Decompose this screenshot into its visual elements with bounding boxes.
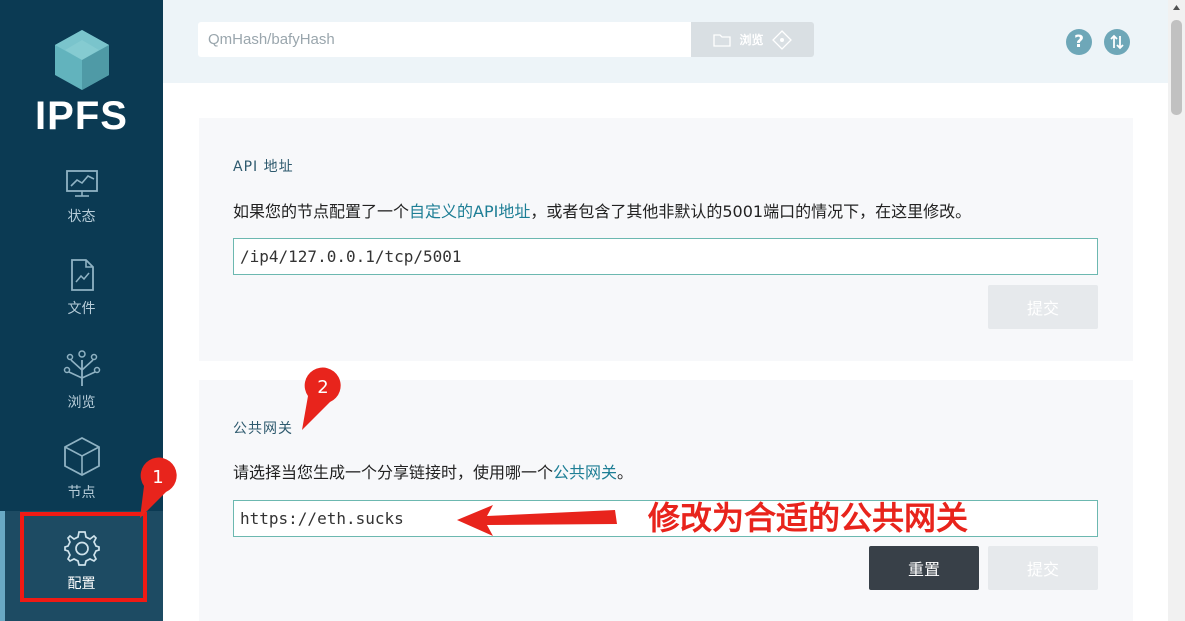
folder-icon xyxy=(713,33,732,47)
api-desc-text-end: ，或者包含了其他非默认的5001端口的情况下，在这里修改。 xyxy=(530,202,972,221)
ipfs-cube-icon xyxy=(54,30,109,90)
file-icon xyxy=(70,259,94,291)
sidebar-item-label: 状态 xyxy=(67,209,96,225)
cube-icon xyxy=(63,436,100,476)
gateway-url-value: https://eth.sucks xyxy=(240,509,404,528)
api-address-value: /ip4/127.0.0.1/tcp/5001 xyxy=(240,247,462,266)
gateway-section-title: 公共网关 xyxy=(233,421,293,437)
top-bar: 浏览 ? xyxy=(163,0,1168,83)
sync-icon xyxy=(1110,34,1124,50)
decentralized-icon xyxy=(771,29,792,50)
api-section-title: API 地址 xyxy=(233,159,294,175)
scroll-up-arrow-icon[interactable] xyxy=(1171,3,1182,13)
sidebar-item-files[interactable]: 文件 xyxy=(0,258,163,318)
scrollbar-thumb[interactable] xyxy=(1171,20,1182,115)
active-indicator xyxy=(0,511,5,621)
browse-label: 浏览 xyxy=(739,33,764,47)
api-submit-button[interactable]: 提交 xyxy=(988,285,1098,329)
submit-label: 提交 xyxy=(1026,560,1059,579)
sidebar-item-label: 文件 xyxy=(67,301,96,317)
annotation-highlight-box xyxy=(20,512,147,602)
gateway-reset-button[interactable]: 重置 xyxy=(869,546,979,590)
marker-2-number: 2 xyxy=(317,377,328,398)
tree-icon xyxy=(63,350,100,386)
gateway-desc-text: 请选择当您生成一个分享链接时，使用哪一个 xyxy=(233,463,554,482)
api-desc-text: 如果您的节点配置了一个 xyxy=(233,202,410,221)
marker-1-number: 1 xyxy=(152,467,163,488)
status-chart-icon xyxy=(65,170,98,197)
gateway-section-description: 请选择当您生成一个分享链接时，使用哪一个公共网关。 xyxy=(233,459,633,483)
gateway-submit-button[interactable]: 提交 xyxy=(988,546,1098,590)
sidebar-item-label: 浏览 xyxy=(67,395,96,411)
question-icon: ? xyxy=(1074,32,1084,52)
annotation-note: 修改为合适的公共网关 xyxy=(648,499,969,537)
api-section-description: 如果您的节点配置了一个自定义的API地址，或者包含了其他非默认的5001端口的情… xyxy=(233,198,971,222)
custom-api-link[interactable]: 自定义的API地址 xyxy=(409,202,530,221)
annotation-arrow xyxy=(457,505,617,536)
annotation-marker-2: 2 xyxy=(302,367,341,430)
sync-button[interactable] xyxy=(1104,29,1130,55)
browse-button[interactable]: 浏览 xyxy=(691,22,814,57)
help-button[interactable]: ? xyxy=(1066,29,1092,55)
public-gateway-link[interactable]: 公共网关 xyxy=(553,463,617,482)
sidebar-item-status[interactable]: 状态 xyxy=(0,168,163,226)
hash-search-input[interactable] xyxy=(198,22,691,57)
api-address-input[interactable]: /ip4/127.0.0.1/tcp/5001 xyxy=(233,238,1098,275)
gateway-desc-text-end: 。 xyxy=(617,463,634,482)
annotation-marker-1: 1 xyxy=(140,457,177,518)
submit-label: 提交 xyxy=(1026,299,1059,318)
reset-label: 重置 xyxy=(907,560,940,579)
sidebar-item-explore[interactable]: 浏览 xyxy=(0,346,163,412)
logo-text: IPFS xyxy=(35,94,128,138)
logo: IPFS xyxy=(0,28,163,139)
api-address-card: API 地址 如果您的节点配置了一个自定义的API地址，或者包含了其他非默认的5… xyxy=(199,118,1133,361)
